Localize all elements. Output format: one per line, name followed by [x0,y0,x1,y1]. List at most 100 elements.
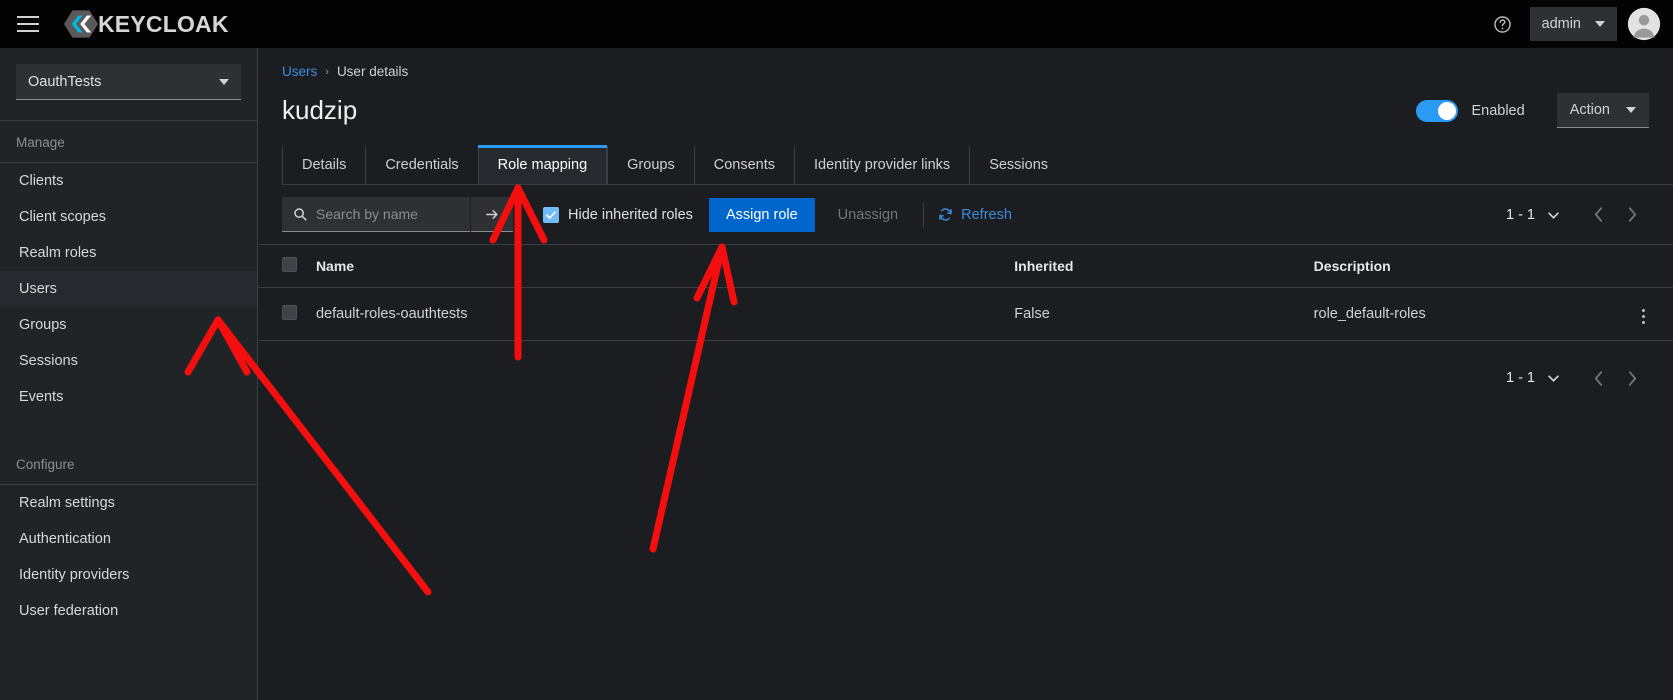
chevron-left-icon [1594,370,1602,386]
page-title: kudzip [282,95,358,125]
action-dropdown-label: Action [1569,102,1610,118]
refresh-button[interactable]: Refresh [938,207,1012,223]
sidebar-item-realm-settings[interactable]: Realm settings [0,485,257,521]
search-group [282,197,513,232]
cell-description: role_default-roles [1313,287,1614,341]
sidebar-item-users[interactable]: Users [0,271,257,307]
row-select-cell [258,287,316,341]
chevron-right-icon [1628,207,1636,222]
pagination-caret-down-icon[interactable] [1548,206,1559,224]
refresh-icon [939,208,952,221]
admin-user-label: admin [1541,16,1582,32]
tab-details[interactable]: Details [282,146,366,184]
caret-down-icon [219,78,229,85]
chevron-right-icon [1628,370,1636,386]
table-header-row: Name Inherited Description [258,244,1673,288]
sidebar-navigation: OauthTests Manage Clients Client scopes … [0,48,258,700]
breadcrumb: Users › User details [258,48,1673,79]
row-select-checkbox[interactable] [282,304,297,320]
cell-role-name: default-roles-oauthtests [315,287,1015,341]
column-header-inherited[interactable]: Inherited [1014,244,1314,288]
pagination-range-top: 1 - 1 [1505,206,1535,223]
hide-inherited-roles-checkbox[interactable] [543,206,559,223]
pagination-prev-button-bottom[interactable] [1581,361,1615,395]
column-header-description[interactable]: Description [1313,244,1614,288]
search-box[interactable] [282,197,470,232]
nav-list-configure: Realm settings Authentication Identity p… [0,485,257,629]
table-row[interactable]: default-roles-oauthtests False role_defa… [258,287,1673,341]
search-submit-button[interactable] [471,197,513,232]
breadcrumb-separator-icon: › [325,65,329,78]
tab-sessions[interactable]: Sessions [969,146,1068,184]
pagination-prev-button[interactable] [1581,198,1615,232]
help-circle-icon[interactable] [1486,7,1520,41]
kebab-menu-icon[interactable] [1638,305,1649,328]
masthead-right-actions: admin [1486,0,1673,48]
caret-down-icon [1626,107,1636,113]
pagination-range-bottom: 1 - 1 [1505,370,1535,386]
admin-user-dropdown[interactable]: admin [1529,7,1617,41]
pagination-caret-down-icon-bottom[interactable] [1548,369,1559,387]
toolbar-divider [923,201,925,228]
nav-section-title-manage: Manage [16,135,65,150]
unassign-button: Unassign [821,198,915,232]
search-input[interactable] [316,206,456,222]
tab-identity-provider-links[interactable]: Identity provider links [793,146,970,184]
table-body: default-roles-oauthtests False role_defa… [258,287,1673,341]
pagination-top: 1 - 1 [1506,198,1649,232]
toggle-knob [1438,101,1457,120]
enabled-toggle-group: Enabled [1416,99,1525,122]
column-header-name[interactable]: Name [315,244,1015,288]
breadcrumb-current: User details [336,64,409,79]
sidebar-item-user-federation[interactable]: User federation [0,593,257,629]
search-icon [294,208,307,221]
hide-inherited-roles-group: Hide inherited roles [543,206,693,223]
table-head: Name Inherited Description [258,244,1673,288]
brand-text: KEYCLOAK [98,10,229,37]
tab-consents[interactable]: Consents [693,146,794,184]
masthead: KEYCLOAK admin [0,0,1673,48]
checkmark-icon [546,210,556,219]
sidebar-item-clients[interactable]: Clients [0,163,257,199]
role-mapping-table: Name Inherited Description default-roles… [258,244,1673,341]
hide-inherited-roles-label[interactable]: Hide inherited roles [568,207,693,223]
arrow-right-icon [485,209,498,219]
hamburger-menu-icon[interactable] [4,0,52,48]
pagination-next-button-bottom[interactable] [1615,361,1649,395]
sidebar-item-events[interactable]: Events [0,379,257,415]
sidebar-item-sessions[interactable]: Sessions [0,343,257,379]
assign-role-button[interactable]: Assign role [708,197,815,232]
nav-section-title-configure: Configure [16,457,75,472]
keycloak-brand-logo[interactable]: KEYCLOAK [64,7,229,41]
select-all-checkbox[interactable] [282,257,297,272]
sidebar-item-authentication[interactable]: Authentication [0,521,257,557]
enabled-toggle-label: Enabled [1471,102,1525,119]
action-dropdown-button[interactable]: Action [1556,93,1649,128]
user-avatar-icon[interactable] [1627,7,1661,41]
breadcrumb-users-link[interactable]: Users [282,64,317,79]
tab-credentials[interactable]: Credentials [365,146,478,184]
sidebar-item-realm-roles[interactable]: Realm roles [0,235,257,271]
keycloak-admin-console: KEYCLOAK admin OauthTests Manage Clients… [0,0,1673,700]
tab-groups[interactable]: Groups [607,146,694,184]
sidebar-item-identity-providers[interactable]: Identity providers [0,557,257,593]
chevron-down-icon [1595,21,1605,27]
realm-selector[interactable]: OauthTests [16,64,241,100]
chevron-left-icon [1594,207,1602,222]
sidebar-item-client-scopes[interactable]: Client scopes [0,199,257,235]
pagination-next-button[interactable] [1615,198,1649,232]
page-header-actions: Enabled Action [1416,93,1649,128]
realm-selector-value: OauthTests [28,73,102,90]
page-header: kudzip Enabled Action [258,79,1673,128]
main-content: Users › User details kudzip Enabled Acti… [258,48,1673,700]
row-actions-cell [1613,287,1673,341]
cell-inherited: False [1014,287,1314,341]
sidebar-item-groups[interactable]: Groups [0,307,257,343]
user-detail-tabs: Details Credentials Role mapping Groups … [282,145,1673,185]
column-header-actions [1613,244,1673,288]
tab-role-mapping[interactable]: Role mapping [477,145,608,184]
refresh-label: Refresh [961,206,1012,223]
nav-list-manage: Clients Client scopes Realm roles Users … [0,163,257,415]
enabled-toggle[interactable] [1416,99,1459,122]
